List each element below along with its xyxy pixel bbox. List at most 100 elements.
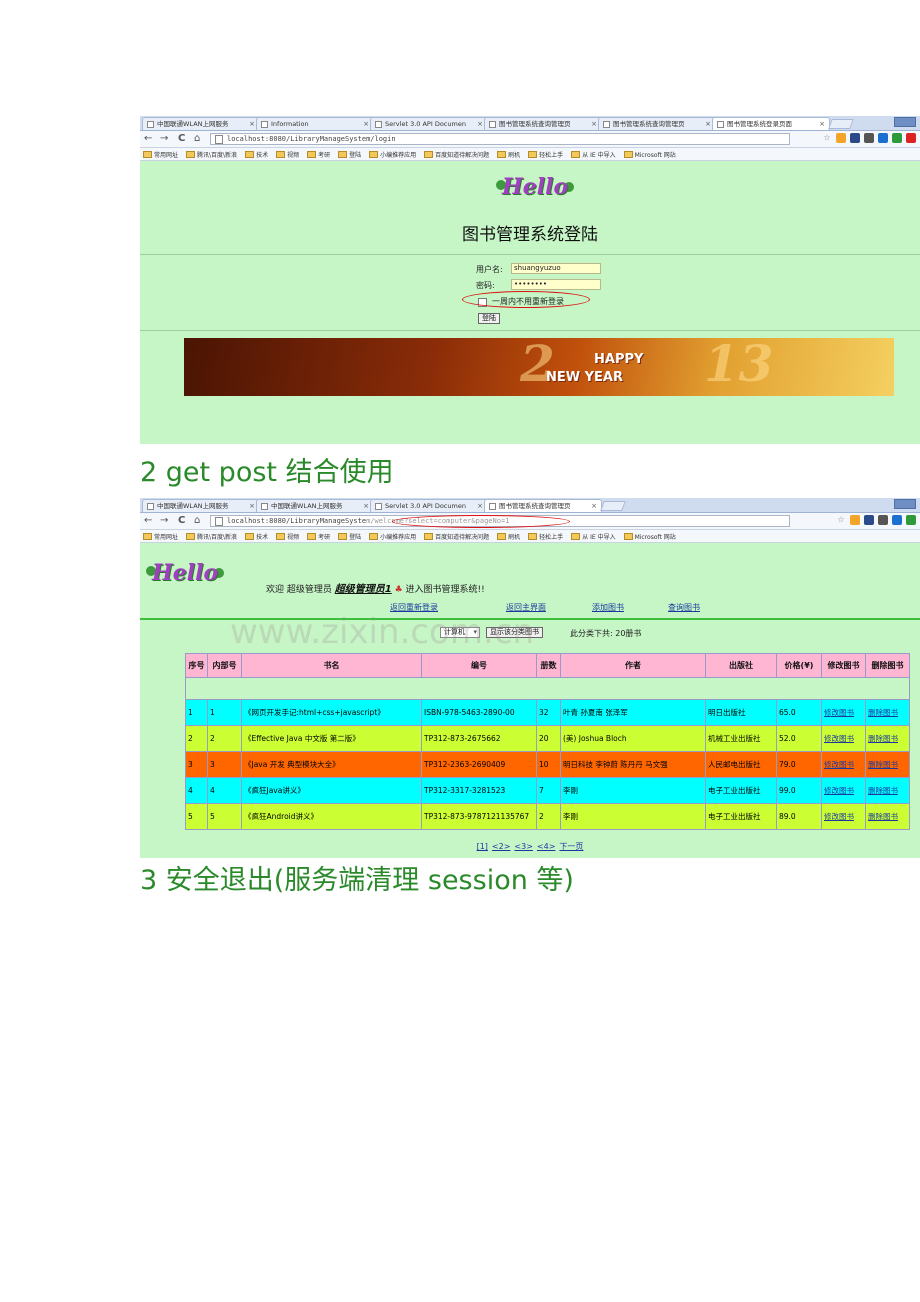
- browser-tab[interactable]: Servlet 3.0 API Documen ×: [370, 499, 488, 512]
- close-icon[interactable]: ×: [363, 118, 369, 130]
- reload-icon[interactable]: C: [178, 131, 185, 147]
- login-button[interactable]: 登陆: [478, 313, 500, 324]
- new-tab-button[interactable]: [828, 119, 854, 129]
- browser-tab[interactable]: 图书管理系统查询管理页 ×: [598, 117, 716, 130]
- page-link[interactable]: <2>: [492, 842, 511, 851]
- edit-book-link[interactable]: 修改图书: [821, 725, 866, 752]
- bookmark-item[interactable]: 刷机: [497, 532, 520, 541]
- back-icon[interactable]: ←: [144, 513, 152, 529]
- page-link[interactable]: 下一页: [559, 842, 583, 851]
- bookmark-item[interactable]: 视频: [276, 150, 299, 159]
- browser-tab[interactable]: 图书管理系统查询管理页 ×: [484, 499, 602, 512]
- browser-tab[interactable]: 图书管理系统查询管理页 ×: [484, 117, 602, 130]
- folder-icon: [528, 150, 538, 158]
- bookmark-item[interactable]: 技术: [245, 150, 268, 159]
- bookmark-item[interactable]: 技术: [245, 532, 268, 541]
- row-book-name: 《疯狂Java讲义》: [241, 777, 422, 804]
- page-link[interactable]: <3>: [514, 842, 533, 851]
- bookmark-item[interactable]: 登陆: [338, 532, 361, 541]
- nav-add-link[interactable]: 添加图书: [592, 602, 624, 613]
- delete-book-link[interactable]: 删除图书: [865, 803, 910, 830]
- close-icon[interactable]: ×: [477, 118, 483, 130]
- edit-book-link[interactable]: 修改图书: [821, 751, 866, 778]
- bookmark-item[interactable]: Microsoft 网站: [623, 532, 676, 541]
- close-icon[interactable]: ×: [477, 500, 483, 512]
- bookmark-item[interactable]: 视频: [276, 532, 299, 541]
- page-link[interactable]: <4>: [537, 842, 556, 851]
- bookmark-item[interactable]: 登陆: [338, 150, 361, 159]
- bookmark-item[interactable]: 常用网址: [143, 532, 178, 541]
- close-icon[interactable]: ×: [363, 500, 369, 512]
- extension-icon[interactable]: [864, 133, 874, 143]
- delete-book-link[interactable]: 删除图书: [865, 751, 910, 778]
- extension-icon[interactable]: [878, 133, 888, 143]
- forward-icon[interactable]: →: [160, 131, 168, 147]
- home-icon[interactable]: ⌂: [194, 131, 200, 147]
- browser-tab[interactable]: Servlet 3.0 API Documen ×: [370, 117, 488, 130]
- extension-icon[interactable]: [906, 515, 916, 525]
- bookmark-item[interactable]: 腾讯\百度\新浪: [186, 150, 237, 159]
- close-icon[interactable]: ×: [591, 118, 597, 130]
- forward-icon[interactable]: →: [160, 513, 168, 529]
- close-icon[interactable]: ×: [249, 500, 255, 512]
- column-header: 删除图书: [865, 653, 910, 678]
- bookmark-item[interactable]: 从 IE 中导入: [571, 532, 616, 541]
- bookmark-item[interactable]: 轻松上手: [528, 532, 563, 541]
- bookmark-item[interactable]: 腾讯\百度\新浪: [186, 532, 237, 541]
- new-year-banner: 2 13 HAPPY NEW YEAR: [184, 334, 894, 396]
- delete-book-link[interactable]: 删除图书: [865, 699, 910, 726]
- bookmark-item[interactable]: 小编推荐应用: [369, 532, 416, 541]
- browser-tab[interactable]: 中国联通WLAN上网服务 ×: [256, 499, 374, 512]
- bookmark-item[interactable]: 考研: [307, 150, 330, 159]
- window-controls[interactable]: [894, 117, 916, 127]
- delete-book-link[interactable]: 删除图书: [865, 777, 910, 804]
- extension-icon[interactable]: [836, 133, 846, 143]
- extension-icon[interactable]: [906, 133, 916, 143]
- bookmark-label: 腾讯\百度\新浪: [197, 533, 238, 541]
- extension-icon[interactable]: [850, 515, 860, 525]
- star-icon[interactable]: ☆: [836, 515, 846, 525]
- close-icon[interactable]: ×: [705, 118, 711, 130]
- edit-book-link[interactable]: 修改图书: [821, 777, 866, 804]
- nav-search-link[interactable]: 查询图书: [668, 602, 700, 613]
- bookmark-item[interactable]: 刷机: [497, 150, 520, 159]
- bookmark-item[interactable]: 小编推荐应用: [369, 150, 416, 159]
- reload-icon[interactable]: C: [178, 513, 185, 529]
- page-link[interactable]: [1]: [477, 842, 488, 851]
- tab-label: 图书管理系统登录页面: [727, 120, 792, 128]
- bookmark-label: 百度知道待解决问题: [435, 533, 490, 541]
- bookmark-item[interactable]: 常用网址: [143, 150, 178, 159]
- browser-tab[interactable]: 中国联通WLAN上网服务 ×: [142, 499, 260, 512]
- extension-icon[interactable]: [878, 515, 888, 525]
- username-input[interactable]: shuangyuzuo: [511, 263, 601, 274]
- bookmark-item[interactable]: Microsoft 网站: [623, 150, 676, 159]
- bookmark-item[interactable]: 考研: [307, 532, 330, 541]
- edit-book-link[interactable]: 修改图书: [821, 803, 866, 830]
- star-icon[interactable]: ☆: [822, 133, 832, 143]
- bookmark-item[interactable]: 轻松上手: [528, 150, 563, 159]
- delete-book-link[interactable]: 删除图书: [865, 725, 910, 752]
- browser-tab[interactable]: Information ×: [256, 117, 374, 130]
- new-tab-button[interactable]: [600, 501, 626, 511]
- close-icon[interactable]: ×: [591, 500, 597, 512]
- browser-tab[interactable]: 中国联通WLAN上网服务 ×: [142, 117, 260, 130]
- url-field[interactable]: localhost:8080/LibraryManageSystem/login: [210, 133, 790, 145]
- login-screenshot: 中国联通WLAN上网服务 × Information × Servlet 3.0 API…: [140, 116, 920, 444]
- extension-icon[interactable]: [892, 133, 902, 143]
- table-header-row: 序号 内部号 书名 编号 册数 作者 出版社 价格(¥) 修改图书 删除图书: [185, 653, 910, 678]
- edit-book-link[interactable]: 修改图书: [821, 699, 866, 726]
- bookmark-item[interactable]: 从 IE 中导入: [571, 150, 616, 159]
- back-icon[interactable]: ←: [144, 131, 152, 147]
- bookmark-item[interactable]: 百度知道待解决问题: [424, 150, 489, 159]
- extension-icon[interactable]: [892, 515, 902, 525]
- password-input[interactable]: ••••••••: [511, 279, 601, 290]
- home-icon[interactable]: ⌂: [194, 513, 200, 529]
- close-icon[interactable]: ×: [819, 118, 825, 130]
- bookmark-item[interactable]: 百度知道待解决问题: [424, 532, 489, 541]
- browser-tab[interactable]: 图书管理系统登录页面 ×: [712, 117, 830, 130]
- extension-icon[interactable]: [850, 133, 860, 143]
- section-heading-3: 3 安全退出(服务端清理 session 等): [140, 865, 574, 896]
- window-controls[interactable]: [894, 499, 916, 509]
- close-icon[interactable]: ×: [249, 118, 255, 130]
- extension-icon[interactable]: [864, 515, 874, 525]
